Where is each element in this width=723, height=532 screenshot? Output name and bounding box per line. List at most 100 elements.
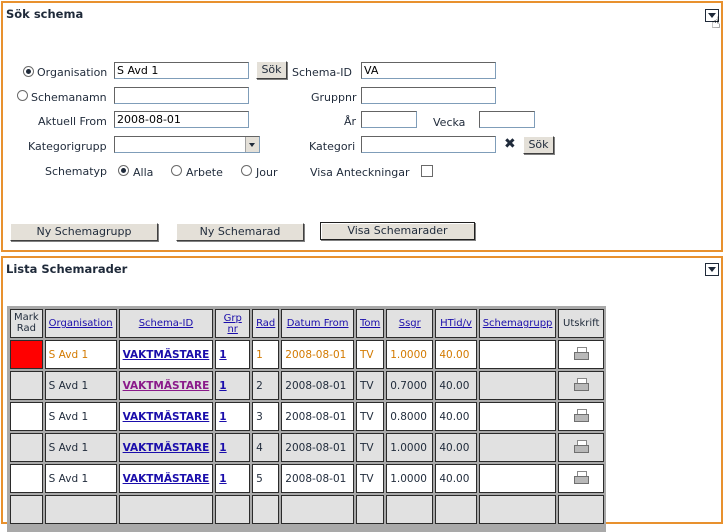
organisation-cell: S Avd 1 <box>44 340 117 369</box>
header-htid-link[interactable]: HTid/v <box>440 318 472 329</box>
mark-rad-cell[interactable] <box>10 402 43 431</box>
header-rad-link[interactable]: Rad <box>256 318 275 329</box>
header-schema-id[interactable]: Schema-ID <box>118 309 214 338</box>
gruppnr-input[interactable] <box>361 87 496 104</box>
header-schemagrupp[interactable]: Schemagrupp <box>478 309 557 338</box>
grp-nr-cell <box>215 495 251 524</box>
visa-anteckningar-checkbox[interactable] <box>421 165 433 177</box>
printer-icon[interactable] <box>574 440 590 453</box>
kategori-search-button[interactable]: Sök <box>523 136 554 154</box>
table-row[interactable]: S Avd 1 VAKTMÄSTARE 1 4 2008-08-01 TV 1.… <box>10 433 604 462</box>
grp-nr-cell: 1 <box>215 340 251 369</box>
schemagrupp-cell <box>478 340 557 369</box>
schemarader-table-container: Mark Rad Organisation Schema-ID Grp nr R… <box>7 306 606 532</box>
vecka-input[interactable] <box>479 111 535 128</box>
search-panel: Sök schema ☝ Organisation Sök Schema-ID … <box>1 1 723 252</box>
kategorigrupp-select[interactable] <box>114 136 260 153</box>
schematyp-arbete-radio[interactable] <box>171 165 182 176</box>
utskrift-cell <box>558 371 604 400</box>
schema-id-input[interactable] <box>361 62 496 79</box>
schema-id-link[interactable]: VAKTMÄSTARE <box>123 473 210 485</box>
htid-cell: 40.00 <box>435 433 477 462</box>
mark-rad-cell[interactable] <box>10 371 43 400</box>
schema-id-link[interactable]: VAKTMÄSTARE <box>123 411 210 423</box>
schema-id-link[interactable]: VAKTMÄSTARE <box>123 349 210 361</box>
table-row[interactable]: S Avd 1 VAKTMÄSTARE 1 3 2008-08-01 TV 0.… <box>10 402 604 431</box>
table-row[interactable]: S Avd 1 VAKTMÄSTARE 1 2 2008-08-01 TV 0.… <box>10 371 604 400</box>
rad-cell: 1 <box>252 340 280 369</box>
organisation-label: Organisation <box>37 66 108 79</box>
organisation-cell <box>44 495 117 524</box>
clear-icon[interactable]: ✖ <box>504 136 516 152</box>
printer-icon[interactable] <box>574 347 590 360</box>
grp-nr-link[interactable]: 1 <box>219 349 226 361</box>
header-tom[interactable]: Tom <box>355 309 385 338</box>
collapse-list-icon[interactable] <box>705 263 719 276</box>
tom-cell <box>355 495 385 524</box>
aktuell-from-label: Aktuell From <box>38 115 107 128</box>
table-row[interactable]: S Avd 1 VAKTMÄSTARE 1 1 2008-08-01 TV 1.… <box>10 340 604 369</box>
header-ssgr-link[interactable]: Ssgr <box>399 318 421 329</box>
utskrift-cell <box>558 402 604 431</box>
chevron-down-icon[interactable] <box>245 137 259 152</box>
organisation-radio[interactable] <box>23 66 34 77</box>
aktuell-from-input[interactable] <box>114 111 249 128</box>
printer-icon[interactable] <box>574 471 590 484</box>
header-schemagrupp-link[interactable]: Schemagrupp <box>483 318 553 329</box>
printer-icon[interactable] <box>574 409 590 422</box>
ar-input[interactable] <box>361 111 417 128</box>
grp-nr-link[interactable]: 1 <box>219 473 226 485</box>
header-tom-link[interactable]: Tom <box>360 318 380 329</box>
header-grp-nr-link[interactable]: Grp nr <box>224 313 242 335</box>
ny-schemagrupp-button[interactable]: Ny Schemagrupp <box>10 223 158 241</box>
tom-cell: TV <box>355 402 385 431</box>
ssgr-cell <box>386 495 434 524</box>
schema-id-link[interactable]: VAKTMÄSTARE <box>123 380 210 392</box>
header-htid[interactable]: HTid/v <box>435 309 477 338</box>
rad-cell: 5 <box>252 464 280 493</box>
header-organisation[interactable]: Organisation <box>44 309 117 338</box>
header-organisation-link[interactable]: Organisation <box>49 318 113 329</box>
table-row[interactable]: S Avd 1 VAKTMÄSTARE 1 5 2008-08-01 TV 1.… <box>10 464 604 493</box>
grp-nr-link[interactable]: 1 <box>219 442 226 454</box>
header-rad[interactable]: Rad <box>252 309 280 338</box>
grp-nr-link[interactable]: 1 <box>219 411 226 423</box>
schemanamn-radio[interactable] <box>17 90 28 101</box>
mark-rad-cell[interactable] <box>10 340 43 369</box>
schema-id-cell: VAKTMÄSTARE <box>118 402 214 431</box>
schematyp-jour-label: Jour <box>256 166 278 179</box>
header-grp-nr[interactable]: Grp nr <box>215 309 251 338</box>
printer-icon[interactable] <box>574 378 590 391</box>
schematyp-alla-radio[interactable] <box>118 165 129 176</box>
utskrift-cell <box>558 433 604 462</box>
schemanamn-label: Schemanamn <box>31 91 107 104</box>
schematyp-label: Schematyp <box>45 165 108 178</box>
schema-id-cell: VAKTMÄSTARE <box>118 340 214 369</box>
header-datum-from-link[interactable]: Datum From <box>287 318 349 329</box>
grp-nr-link[interactable]: 1 <box>219 380 226 392</box>
mark-rad-cell <box>10 495 43 524</box>
tom-cell: TV <box>355 340 385 369</box>
schemanamn-input[interactable] <box>114 87 249 104</box>
mark-rad-cell[interactable] <box>10 433 43 462</box>
schema-id-label: Schema-ID <box>292 66 352 79</box>
schemagrupp-cell <box>478 402 557 431</box>
visa-schemarader-button[interactable]: Visa Schemarader <box>320 222 475 240</box>
schematyp-jour-radio[interactable] <box>241 165 252 176</box>
grp-nr-cell: 1 <box>215 433 251 462</box>
grp-nr-cell: 1 <box>215 464 251 493</box>
header-datum-from[interactable]: Datum From <box>281 309 354 338</box>
header-ssgr[interactable]: Ssgr <box>386 309 434 338</box>
header-schema-id-link[interactable]: Schema-ID <box>139 318 193 329</box>
organisation-cell: S Avd 1 <box>44 464 117 493</box>
ny-schemarad-button[interactable]: Ny Schemarad <box>176 223 304 241</box>
mark-rad-cell[interactable] <box>10 464 43 493</box>
schemagrupp-cell <box>478 433 557 462</box>
organisation-search-button[interactable]: Sök <box>256 61 287 79</box>
kategori-input[interactable] <box>361 136 496 153</box>
schema-id-cell <box>118 495 214 524</box>
organisation-input[interactable] <box>114 62 249 79</box>
schema-id-link[interactable]: VAKTMÄSTARE <box>123 442 210 454</box>
schemagrupp-cell <box>478 495 557 524</box>
schema-id-cell: VAKTMÄSTARE <box>118 464 214 493</box>
